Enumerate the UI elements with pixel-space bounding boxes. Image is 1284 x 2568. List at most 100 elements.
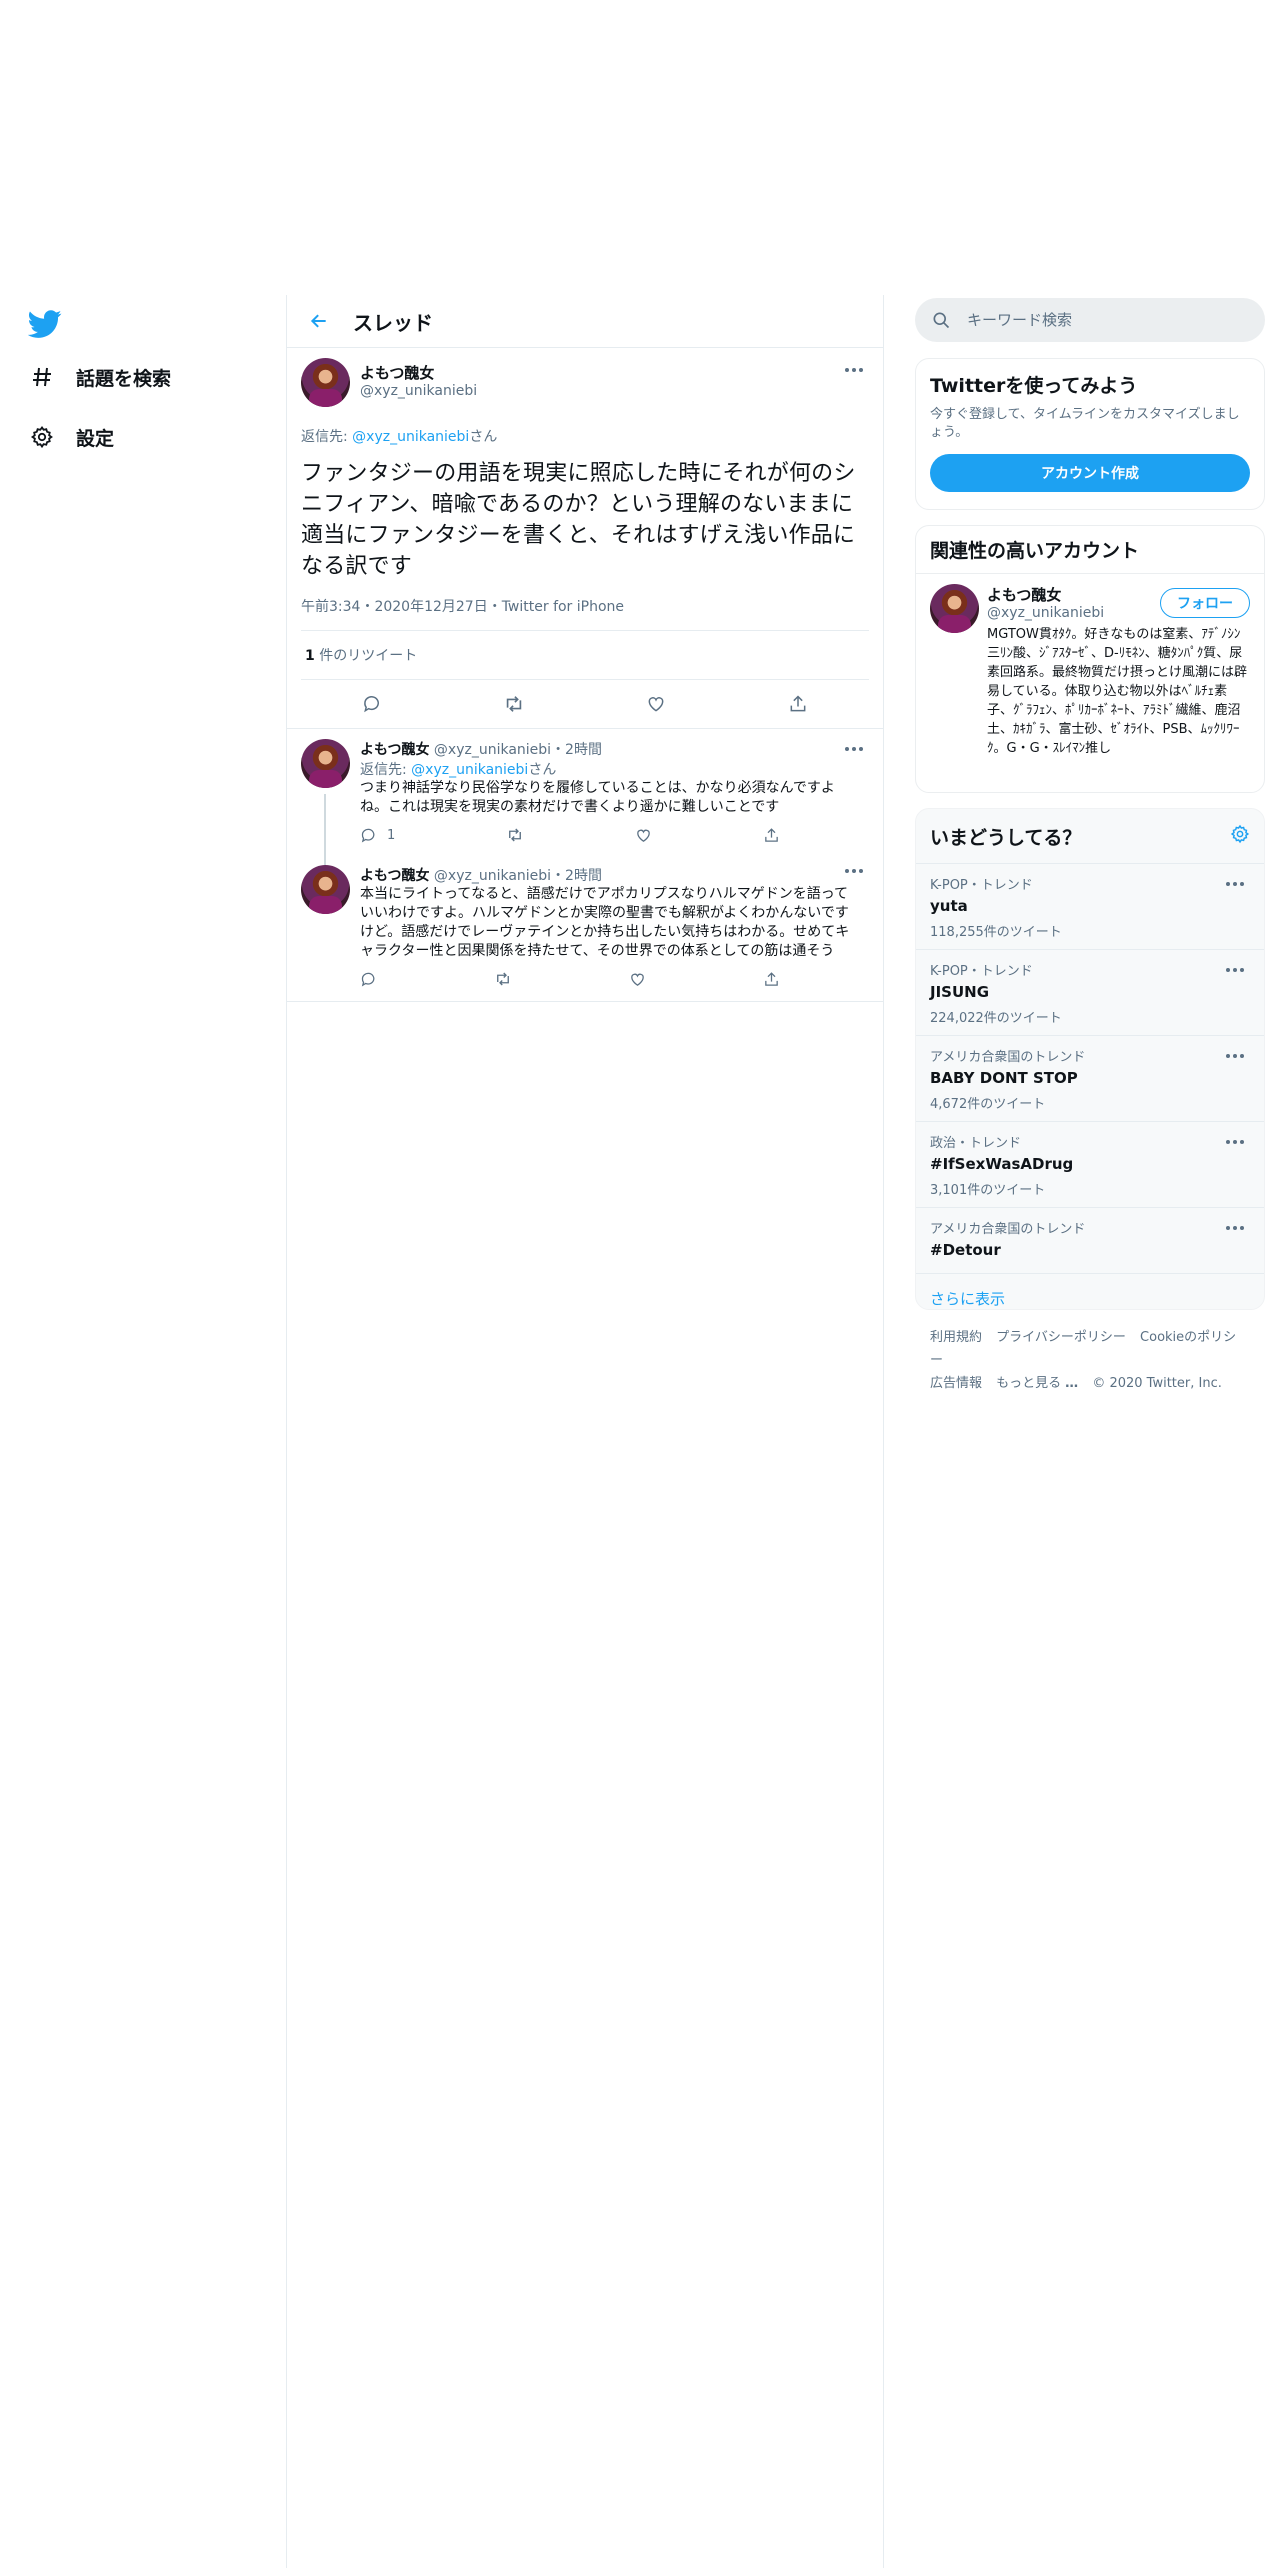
author-handle[interactable]: @xyz_unikaniebi: [360, 383, 477, 399]
reply-button[interactable]: 1: [360, 827, 395, 844]
nav-settings[interactable]: 設定: [28, 417, 114, 457]
trend-item[interactable]: K-POP・トレンド JISUNG 224,022件のツイート: [916, 950, 1264, 1036]
related-user[interactable]: よもつ醜女 @xyz_unikaniebi MGTOW貫ｵﾀｸ。好きなものは窒素…: [916, 574, 1264, 758]
more-options-icon[interactable]: [845, 364, 867, 376]
reply-count: 1: [387, 827, 396, 843]
author-name[interactable]: よもつ醜女: [360, 362, 477, 383]
tweet-actions: [301, 680, 869, 728]
footer-terms-link[interactable]: 利用規約: [930, 1330, 982, 1345]
thread-column: スレッド よもつ醜女 @xyz_unikaniebi 返信先: @xyz_uni…: [286, 295, 884, 2568]
trend-name: JISUNG: [930, 983, 990, 1001]
trends-panel: いまどうしてる？ K-POP・トレンド yuta 118,255件のツイート K…: [915, 808, 1265, 1310]
author-handle[interactable]: @xyz_unikaniebi: [434, 868, 551, 884]
more-options-icon[interactable]: [1226, 1050, 1248, 1062]
footer-ads-link[interactable]: 広告情報: [930, 1376, 982, 1391]
share-icon[interactable]: [780, 686, 816, 722]
signup-title: Twitterを使ってみよう: [930, 375, 1138, 397]
footer-more-link[interactable]: もっと見る…: [996, 1376, 1078, 1391]
related-title: 関連性の高いアカウント: [916, 526, 1264, 574]
author-handle[interactable]: @xyz_unikaniebi: [434, 742, 551, 758]
reply-time[interactable]: ・2時間: [551, 742, 602, 758]
tweet-timestamp[interactable]: 午前3:34・2020年12月27日・Twitter for iPhone: [301, 596, 869, 631]
follow-button[interactable]: フォロー: [1160, 588, 1250, 618]
trend-item[interactable]: K-POP・トレンド yuta 118,255件のツイート: [916, 864, 1264, 950]
trend-item[interactable]: アメリカ合衆国のトレンド #Detour: [916, 1208, 1264, 1274]
trend-list: K-POP・トレンド yuta 118,255件のツイート K-POP・トレンド…: [916, 864, 1264, 1274]
like-icon[interactable]: [638, 686, 674, 722]
more-options-icon[interactable]: [845, 865, 867, 877]
more-options-icon[interactable]: [1226, 1222, 1248, 1234]
reply-tweet[interactable]: よもつ醜女 @xyz_unikaniebi・2時間 返信先: @xyz_unik…: [287, 729, 883, 874]
reply-header: よもつ醜女 @xyz_unikaniebi・2時間: [360, 739, 859, 759]
search-box[interactable]: [915, 298, 1265, 342]
author-name[interactable]: よもつ醜女: [360, 868, 429, 884]
trend-count: 4,672件のツイート: [930, 1097, 1046, 1112]
like-icon[interactable]: [635, 827, 652, 844]
search-input[interactable]: [965, 310, 1249, 330]
trend-name: BABY DONT STOP: [930, 1069, 1078, 1087]
avatar[interactable]: [930, 584, 979, 633]
more-options-icon[interactable]: [1226, 878, 1248, 890]
author-name[interactable]: よもつ醜女: [360, 742, 429, 758]
reply-icon[interactable]: [360, 971, 377, 988]
more-options-icon[interactable]: [845, 743, 867, 755]
reply-tweet[interactable]: よもつ醜女 @xyz_unikaniebi・2時間 本当にライトってなると、語感…: [287, 851, 883, 1002]
trend-name: #IfSexWasADrug: [930, 1155, 1074, 1173]
footer-more-label: もっと見る: [996, 1376, 1062, 1391]
reply-handle-link[interactable]: @xyz_unikaniebi: [352, 429, 469, 445]
share-icon[interactable]: [763, 971, 780, 988]
related-user-bio: MGTOW貫ｵﾀｸ。好きなものは窒素、ｱﾃﾞﾉｼﾝ三ﾘﾝ酸、ｼﾞｱｽﾀｰｾﾞ、D…: [987, 627, 1248, 756]
more-options-icon[interactable]: [1226, 964, 1248, 976]
trend-count: 224,022件のツイート: [930, 1011, 1062, 1026]
avatar[interactable]: [301, 865, 350, 914]
tweet-text: ファンタジーの用語を現実に照応した時にそれが何のシニフィアン、暗喩であるのか？と…: [301, 461, 856, 579]
nav-explore[interactable]: 話題を検索: [28, 357, 171, 397]
column-header: スレッド: [287, 295, 883, 348]
trend-meta: 政治・トレンド: [930, 1136, 1022, 1151]
retweet-icon[interactable]: [506, 826, 524, 844]
trends-header: いまどうしてる？: [916, 809, 1264, 864]
reply-to: 返信先: @xyz_unikaniebiさん: [301, 426, 869, 446]
show-more-link[interactable]: さらに表示: [916, 1274, 1264, 1323]
retweet-count[interactable]: 1 件のリツイート: [301, 631, 869, 680]
avatar[interactable]: [301, 739, 350, 788]
trend-name: yuta: [930, 897, 968, 915]
signup-subtitle: 今すぐ登録して、タイムラインをカスタマイズしましょう。: [930, 407, 1240, 440]
back-button[interactable]: [301, 303, 337, 339]
twitter-logo-icon[interactable]: [27, 307, 62, 341]
reply-suffix: さん: [469, 429, 498, 445]
trend-count: 3,101件のツイート: [930, 1183, 1046, 1198]
reply-icon[interactable]: [354, 686, 390, 722]
reply-actions: [360, 963, 780, 995]
share-icon[interactable]: [763, 827, 780, 844]
trend-meta: アメリカ合衆国のトレンド: [930, 1050, 1086, 1065]
reply-to: 返信先: @xyz_unikaniebiさん: [360, 759, 859, 779]
reply-text: つまり神話学なり民俗学なりを履修していることは、かなり必須なんですよね。これは現…: [360, 780, 835, 815]
create-account-button[interactable]: アカウント作成: [930, 454, 1250, 492]
more-options-icon[interactable]: [1226, 1136, 1248, 1148]
retweet-icon[interactable]: [496, 686, 532, 722]
copyright: © 2020 Twitter, Inc.: [1092, 1376, 1222, 1391]
reply-text: 本当にライトってなると、語感だけでアポカリプスなりハルマゲドンを語っていいわけで…: [360, 886, 850, 959]
reply-time[interactable]: ・2時間: [551, 868, 602, 884]
reply-suffix: さん: [528, 762, 557, 778]
main-tweet: よもつ醜女 @xyz_unikaniebi 返信先: @xyz_unikanie…: [287, 348, 883, 729]
like-icon[interactable]: [629, 971, 646, 988]
hashtag-icon: [28, 363, 56, 391]
trends-settings-icon[interactable]: [1230, 824, 1250, 849]
reply-header: よもつ醜女 @xyz_unikaniebi・2時間: [360, 865, 859, 885]
reply-prefix: 返信先:: [360, 762, 412, 778]
avatar[interactable]: [301, 358, 350, 407]
tweet-header: よもつ醜女 @xyz_unikaniebi: [301, 358, 869, 414]
search-icon: [931, 310, 951, 330]
related-accounts-panel: 関連性の高いアカウント よもつ醜女 @xyz_unikaniebi MGTOW貫…: [915, 525, 1265, 793]
reply-handle-link[interactable]: @xyz_unikaniebi: [411, 762, 528, 778]
trend-item[interactable]: アメリカ合衆国のトレンド BABY DONT STOP 4,672件のツイート: [916, 1036, 1264, 1122]
footer-privacy-link[interactable]: プライバシーポリシー: [996, 1330, 1126, 1345]
trend-item[interactable]: 政治・トレンド #IfSexWasADrug 3,101件のツイート: [916, 1122, 1264, 1208]
retweet-icon[interactable]: [494, 970, 512, 988]
trend-meta: K-POP・トレンド: [930, 964, 1033, 979]
footer: 利用規約 プライバシーポリシー Cookieのポリシー 広告情報 もっと見る… …: [930, 1326, 1250, 1395]
more-dots-icon: …: [1065, 1376, 1079, 1391]
trend-meta: K-POP・トレンド: [930, 878, 1033, 893]
